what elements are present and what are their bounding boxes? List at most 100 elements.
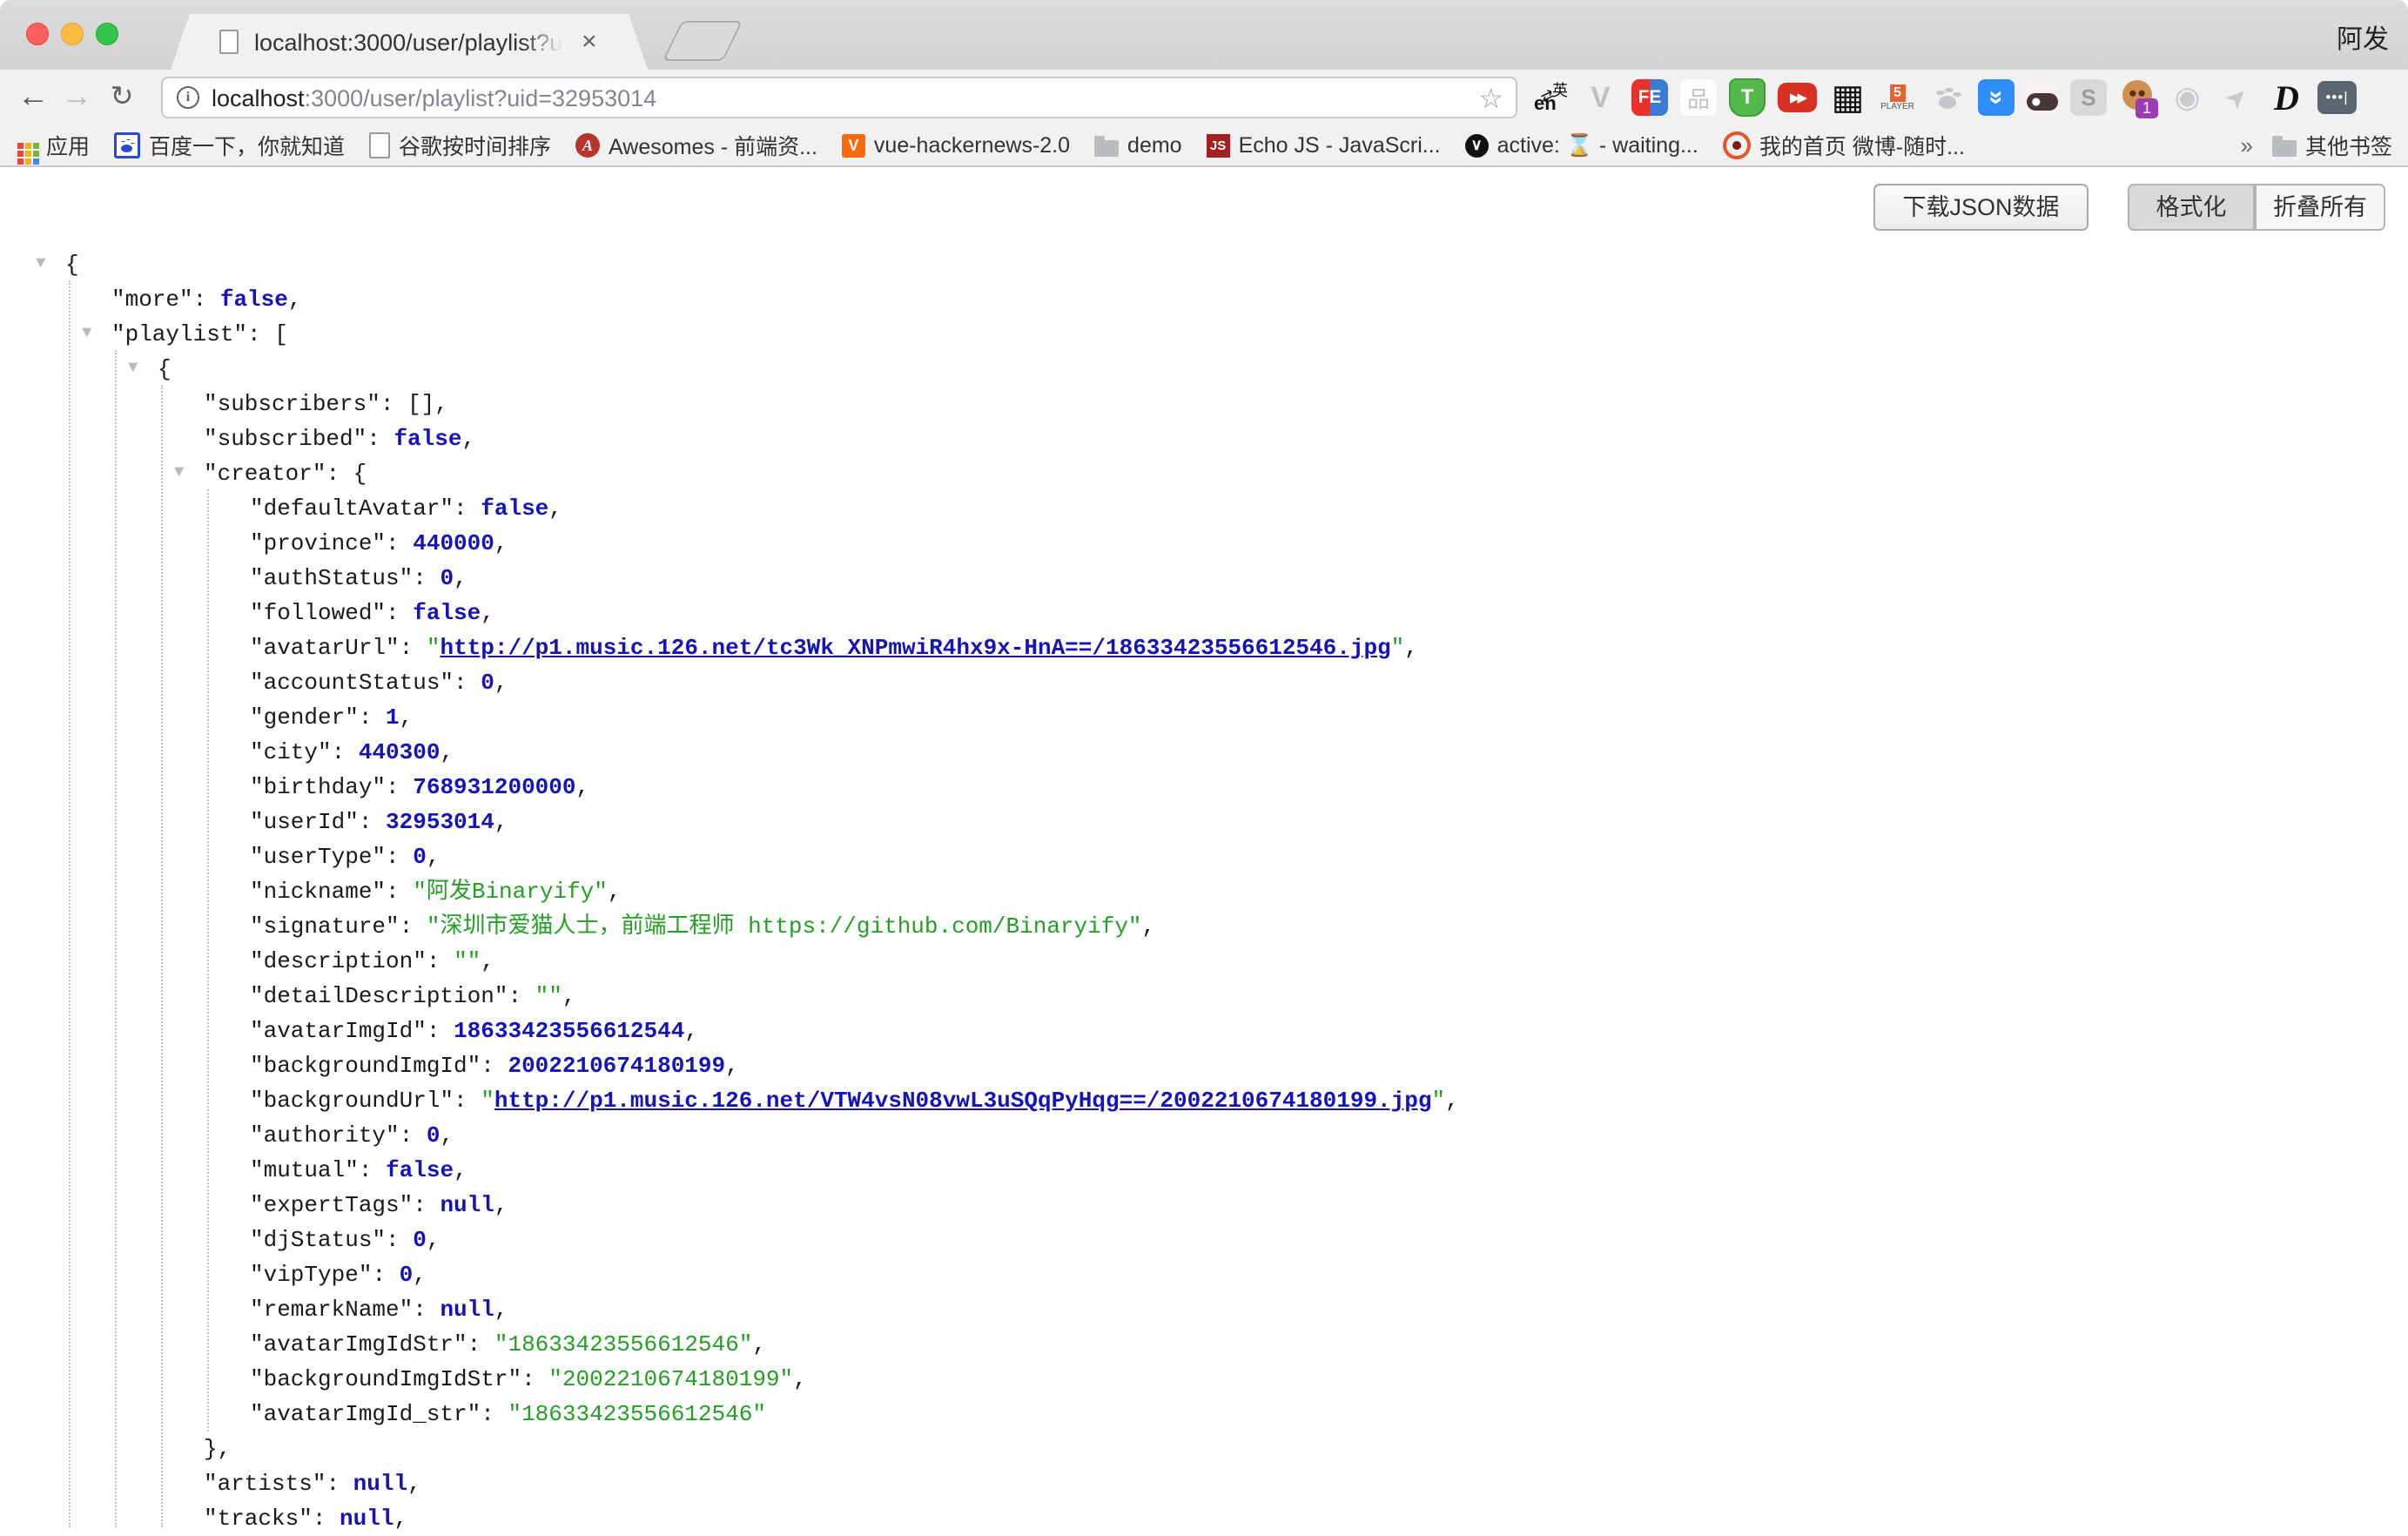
weibo-gray-icon[interactable]: ◉ — [2169, 78, 2206, 117]
tampermonkey-icon[interactable]: T — [1729, 78, 1766, 117]
browser-toolbar: ← → ↻ i localhost:3000/user/playlist?uid… — [0, 70, 2408, 125]
bookmark-item[interactable]: ∨active: ⌛ - waiting... — [1465, 133, 1698, 158]
json-token-num: 0 — [400, 1262, 414, 1288]
mask-icon[interactable] — [2027, 79, 2058, 116]
collapse-arrow-icon[interactable]: ▼ — [36, 246, 45, 280]
json-line: ▼{ — [65, 247, 79, 282]
json-url-link[interactable]: http://p1.music.126.net/VTW4vsN08vwL3uSQ… — [494, 1088, 1432, 1114]
json-token-pun: [ — [274, 321, 288, 347]
json-token-pun: , — [752, 1331, 766, 1357]
json-token-pun: : — [386, 1227, 413, 1253]
json-token-pun: : — [372, 1262, 399, 1288]
forward-button: → — [57, 70, 96, 125]
json-token-num: 768931200000 — [413, 774, 575, 800]
bookmark-item[interactable]: 应用 — [17, 130, 90, 161]
json-token-key: "vipType" — [250, 1262, 372, 1288]
json-line: "avatarUrl": "http://p1.music.126.net/tc… — [250, 630, 1418, 665]
paw-icon[interactable] — [1928, 78, 1966, 117]
json-token-key: "expertTags" — [250, 1192, 413, 1218]
tab-close-icon[interactable]: × — [582, 26, 597, 57]
json-token-key: "detailDescription" — [250, 983, 508, 1009]
json-token-kw: false — [393, 426, 461, 452]
bookmark-item[interactable]: demo — [1094, 133, 1182, 158]
s-icon[interactable]: S — [2070, 79, 2107, 116]
sitemap-icon[interactable]: 品 — [1680, 79, 1717, 116]
json-token-kw: null — [440, 1192, 494, 1218]
json-line: "expertTags": null, — [250, 1188, 508, 1223]
monkey-icon[interactable]: 1 — [2119, 78, 2156, 117]
other-bookmarks[interactable]: 其他书签 — [2272, 130, 2392, 161]
browser-tab[interactable]: localhost:3000/user/playlist?u × — [171, 14, 648, 70]
translate-icon-glyph: en — [1534, 92, 1557, 115]
json-token-pun: { — [353, 461, 367, 487]
json-token-pun: : — [427, 1018, 454, 1044]
bookmark-item[interactable]: 谷歌按时间排序 — [369, 130, 551, 161]
minimize-window-icon[interactable] — [61, 23, 84, 45]
collapse-arrow-icon[interactable]: ▼ — [128, 350, 138, 385]
json-token-key: "backgroundUrl" — [250, 1088, 454, 1114]
html5-player-icon[interactable]: 5PLAYER — [1879, 78, 1916, 117]
json-token-pun: : — [413, 1297, 440, 1323]
page-icon — [369, 132, 390, 158]
tree-guide-line — [115, 350, 117, 1527]
json-token-pun: : — [367, 426, 393, 452]
url-text[interactable]: localhost:3000/user/playlist?uid=3295301… — [212, 84, 656, 112]
json-line: "tracks": null, — [204, 1501, 407, 1536]
fehelper-icon[interactable]: FE — [1631, 79, 1668, 116]
panel-dots-icon[interactable]: •••| — [2317, 81, 2357, 114]
new-tab-button[interactable] — [663, 21, 743, 61]
json-line: "avatarImgId": 18633423556612544, — [250, 1014, 698, 1048]
video-speed-icon[interactable]: ▶▶ — [1778, 83, 1817, 112]
json-token-kw: false — [220, 286, 288, 313]
d-icon[interactable]: D — [2268, 78, 2305, 117]
maximize-window-icon[interactable] — [96, 23, 118, 45]
reload-button[interactable]: ↻ — [103, 70, 141, 125]
bookmark-item[interactable]: 我的首页 微博-随时... — [1723, 130, 1965, 161]
json-token-pun: , — [413, 1262, 427, 1288]
json-token-key: "userType" — [250, 844, 386, 870]
json-token-pun: : — [386, 774, 413, 800]
json-token-key: "playlist" — [111, 321, 247, 347]
translate-icon[interactable]: en — [1532, 78, 1570, 117]
bookmark-star-icon[interactable]: ☆ — [1478, 82, 1503, 115]
bookmarks-overflow-chevron[interactable]: » — [2241, 132, 2253, 159]
bookmark-label: demo — [1127, 133, 1182, 158]
collapse-arrow-icon[interactable]: ▼ — [82, 315, 91, 350]
collapse-arrow-icon[interactable]: ▼ — [174, 455, 184, 489]
json-line: "authStatus": 0, — [250, 561, 467, 596]
tree-guide-line — [161, 385, 163, 1527]
bookmark-label: Awesomes - 前端资... — [609, 130, 817, 161]
bookmark-item[interactable]: 百度一下，你就知道 — [114, 130, 345, 161]
back-button[interactable]: ← — [14, 70, 52, 125]
json-url-link[interactable]: http://p1.music.126.net/tc3Wk_XNPmwiR4hx… — [440, 635, 1390, 661]
json-token-pun: [], — [407, 391, 448, 417]
json-token-str: " — [427, 635, 441, 661]
json-token-key: "nickname" — [250, 879, 386, 905]
bookmark-item[interactable]: AAwesomes - 前端资... — [575, 130, 817, 161]
bird-icon[interactable]: ➤ — [2218, 78, 2256, 117]
download-helper-icon[interactable]: » — [1978, 79, 2015, 116]
bookmark-label: 谷歌按时间排序 — [399, 130, 551, 161]
bookmark-item[interactable]: Vvue-hackernews-2.0 — [842, 133, 1070, 158]
json-token-pun: , — [454, 1157, 467, 1183]
close-window-icon[interactable] — [26, 23, 49, 45]
tree-guide-line — [207, 489, 209, 1432]
vue-bm-icon: V — [842, 134, 865, 158]
json-token-key: "backgroundImgId" — [250, 1053, 481, 1079]
url-bar[interactable]: i localhost:3000/user/playlist?uid=32953… — [161, 77, 1517, 118]
url-path: :3000/user/playlist?uid=32953014 — [305, 85, 657, 111]
info-icon[interactable]: i — [177, 86, 199, 109]
other-bookmarks-label: 其他书签 — [2305, 130, 2392, 161]
profile-name[interactable]: 阿发 — [2337, 17, 2389, 56]
json-token-num: 2002210674180199 — [508, 1053, 725, 1079]
json-token-pun: , — [684, 1018, 698, 1044]
json-token-pun: , — [454, 565, 467, 591]
json-line: "userId": 32953014, — [250, 805, 508, 839]
vue-devtools-icon[interactable]: V — [1582, 78, 1619, 117]
bookmark-item[interactable]: JSEcho JS - JavaScri... — [1207, 133, 1441, 158]
json-token-key: "authStatus" — [250, 565, 413, 591]
json-token-pun: , — [494, 670, 508, 696]
qrcode-icon[interactable]: ▦ — [1829, 78, 1867, 117]
active-icon: ∨ — [1465, 134, 1489, 158]
json-token-pun: , — [1404, 635, 1418, 661]
